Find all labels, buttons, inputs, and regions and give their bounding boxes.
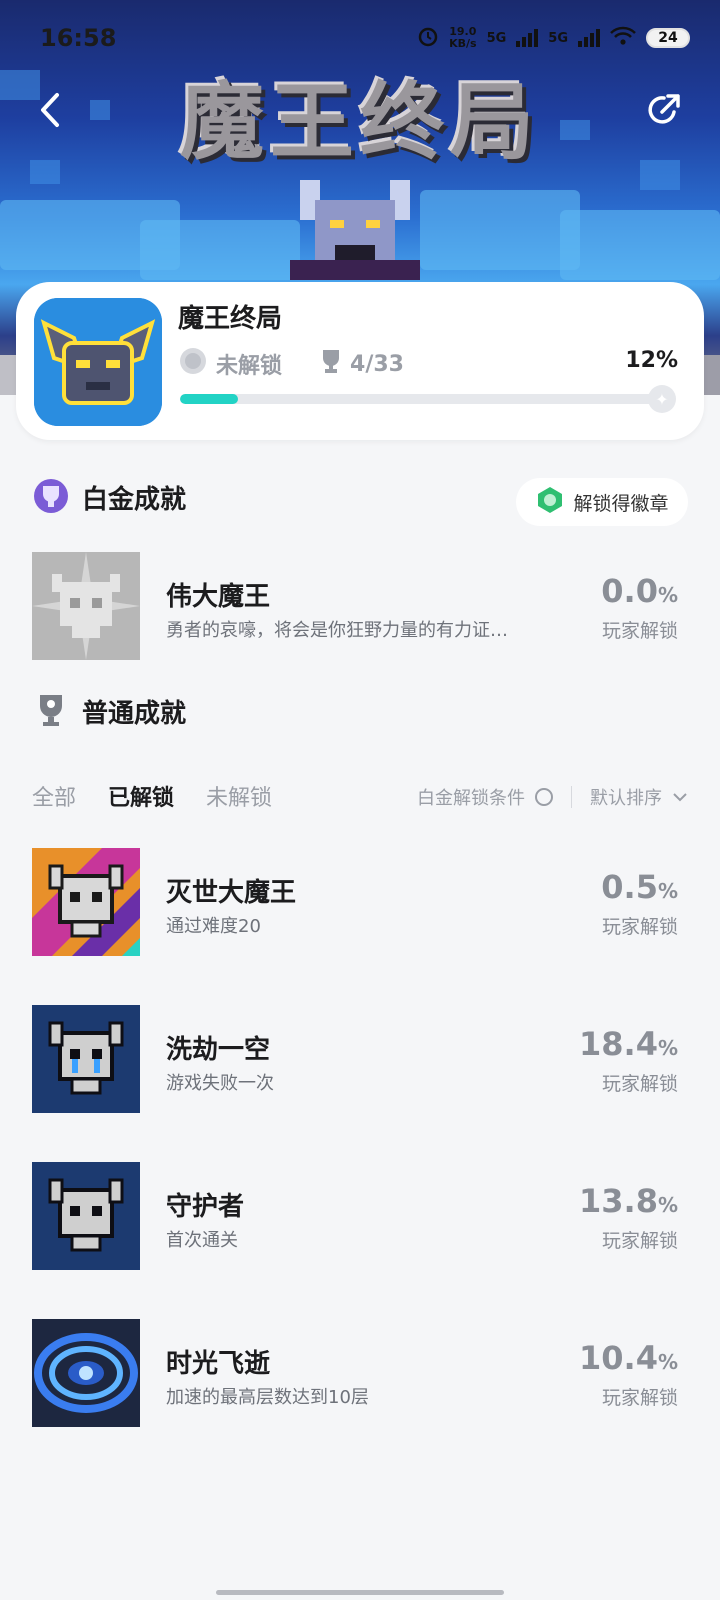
- platinum-trophy-icon: [32, 476, 70, 518]
- achievement-item[interactable]: 灭世大魔王 通过难度20 0.5% 玩家解锁: [32, 848, 688, 958]
- achievement-rate-label: 玩家解锁: [601, 1387, 678, 1409]
- signal-5g-label-2: 5G: [548, 30, 568, 46]
- progress-bar: [180, 394, 664, 404]
- signal-bars-icon: [516, 29, 539, 47]
- unlock-badge-button[interactable]: 解锁得徽章: [516, 478, 688, 526]
- tab-unlocked[interactable]: 已解锁: [108, 780, 174, 812]
- achievement-description: 加速的最高层数达到10层: [166, 1387, 369, 1408]
- achievement-thumb-looted: [32, 1005, 140, 1113]
- game-summary-card: 魔王终局 未解锁 4/33 12% ✦: [16, 282, 704, 440]
- trophy-count: 4/33: [350, 351, 404, 377]
- achievement-item[interactable]: 时光飞逝 加速的最高层数达到10层 10.4% 玩家解锁: [32, 1319, 688, 1429]
- achievement-thumb-guardian: [32, 1162, 140, 1270]
- trophy-section-icon: [32, 690, 70, 732]
- progress-percent: 12%: [625, 348, 678, 373]
- achievement-rate: 0.0%: [601, 572, 678, 610]
- status-bar: 16:58 19.0 KB/s 5G 5G 24: [0, 0, 720, 76]
- achievement-rate: 18.4%: [579, 1025, 678, 1063]
- achievement-name: 守护者: [166, 1192, 245, 1222]
- share-button[interactable]: [644, 90, 688, 134]
- game-name: 魔王终局: [178, 304, 283, 334]
- platinum-achievement-item[interactable]: 伟大魔王 勇者的哀嚎，将会是你狂野力量的有力证… 0.0% 玩家解锁: [32, 552, 688, 662]
- achievement-rate-label: 玩家解锁: [601, 1230, 678, 1252]
- signal-5g-label: 5G: [486, 30, 507, 46]
- achievement-name: 时光飞逝: [166, 1349, 271, 1379]
- achievement-name: 洗劫一空: [166, 1035, 271, 1065]
- net-speed: 19.0 KB/s: [449, 25, 477, 50]
- battery-indicator: 24: [646, 28, 690, 48]
- achievement-rate-label: 玩家解锁: [601, 916, 678, 938]
- progress-fill: [180, 394, 239, 404]
- achievement-description: 首次通关: [166, 1230, 238, 1251]
- game-title-art: 魔王终局: [179, 72, 540, 171]
- game-app-icon[interactable]: [34, 298, 162, 426]
- monster-mascot-art: [290, 180, 420, 280]
- share-icon: [648, 94, 680, 124]
- platinum-section-title: 白金成就: [82, 484, 187, 515]
- achievement-thumb-time-flies: [32, 1319, 140, 1427]
- badge-icon: [535, 485, 565, 520]
- achievement-rate: 13.8%: [579, 1182, 678, 1220]
- filter-divider: [571, 786, 572, 808]
- achievement-item[interactable]: 洗劫一空 游戏失败一次 18.4% 玩家解锁: [32, 1005, 688, 1115]
- achievement-description: 勇者的哀嚎，将会是你狂野力量的有力证…: [166, 620, 508, 641]
- platinum-gray-icon: [178, 346, 208, 382]
- achievement-name: 伟大魔王: [166, 582, 271, 612]
- achievement-item[interactable]: 守护者 首次通关 13.8% 玩家解锁: [32, 1162, 688, 1272]
- home-indicator[interactable]: [216, 1590, 504, 1595]
- tab-all[interactable]: 全部: [32, 780, 76, 812]
- back-button[interactable]: [30, 88, 70, 132]
- achievement-name: 灭世大魔王: [166, 878, 297, 908]
- achievement-rate: 10.4%: [579, 1339, 678, 1377]
- achievement-rate: 0.5%: [601, 868, 678, 906]
- star-end-icon: ✦: [648, 385, 676, 413]
- sort-dropdown[interactable]: 默认排序: [590, 784, 662, 810]
- platinum-condition-filter[interactable]: 白金解锁条件: [417, 784, 525, 810]
- trophy-icon: [320, 348, 342, 380]
- achievement-rate-label: 玩家解锁: [601, 1073, 678, 1095]
- alarm-icon: [417, 25, 439, 51]
- platinum-status: 未解锁: [216, 354, 283, 379]
- achievement-description: 通过难度20: [166, 916, 261, 937]
- normal-section-title: 普通成就: [82, 698, 187, 729]
- achievement-thumb-great-demon-king: [32, 552, 140, 660]
- tab-locked[interactable]: 未解锁: [206, 780, 272, 812]
- achievement-description: 游戏失败一次: [166, 1073, 274, 1094]
- wifi-icon: [610, 26, 636, 50]
- achievement-thumb-world-destroyer: [32, 848, 140, 956]
- achievement-rate-label: 玩家解锁: [601, 620, 678, 642]
- chevron-left-icon: [41, 93, 59, 127]
- achievement-filter-tabs: 全部 已解锁 未解锁: [32, 780, 272, 812]
- unlock-badge-label: 解锁得徽章: [573, 492, 669, 515]
- chevron-down-icon: [672, 787, 688, 808]
- platinum-condition-radio[interactable]: [535, 788, 553, 806]
- signal-bars-icon-2: [578, 29, 600, 47]
- status-time: 16:58: [40, 24, 117, 52]
